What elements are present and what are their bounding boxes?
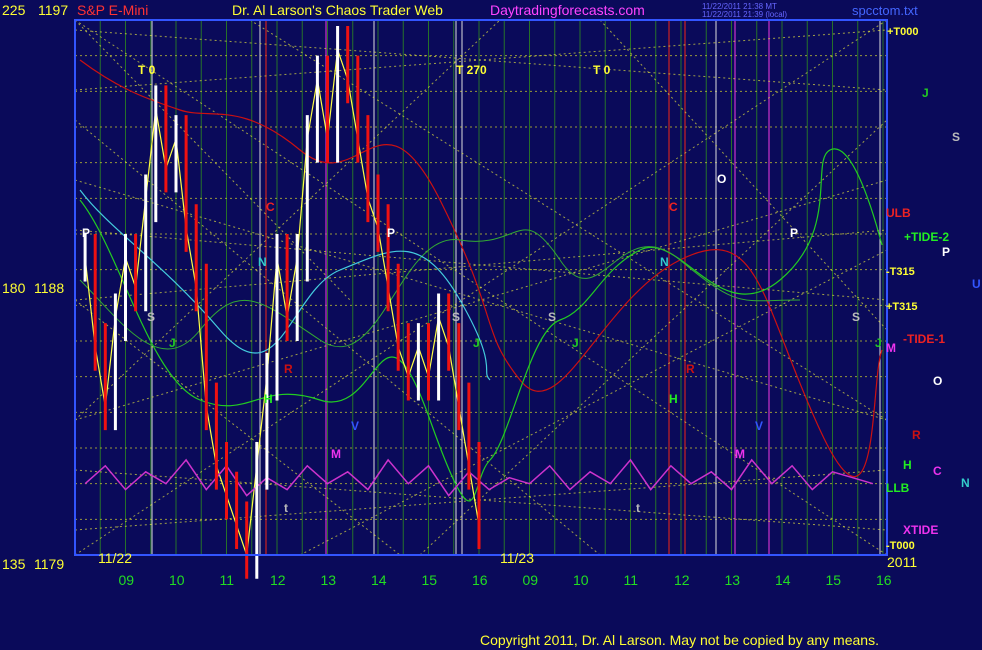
plot-label-t0-b: T 0 [593, 63, 611, 77]
axis-price-bottom: 1179 [34, 556, 64, 572]
x-tick-label: 11 [220, 572, 235, 588]
x-tick-label: 14 [371, 572, 387, 588]
date-year: 2011 [887, 554, 917, 570]
x-tick-label: 09 [119, 572, 135, 588]
axis-price-mid: 1188 [34, 280, 64, 296]
plot-label-m-1: M [331, 447, 341, 461]
plot-label-j-1: J [169, 336, 176, 350]
label-u-right: U [972, 277, 981, 291]
plot-label-j-3: J [572, 336, 579, 350]
label-j-right: J [922, 86, 929, 100]
plot-label-c-2: C [669, 200, 678, 214]
header-scale-top: 225 [2, 2, 26, 18]
x-tick-label: 16 [876, 572, 892, 588]
chaos-trader-chart: 225 1197 S&P E-Mini Dr. Al Larson's Chao… [0, 0, 982, 650]
x-tick-label: 12 [270, 572, 286, 588]
plot-label-c-1: C [266, 200, 275, 214]
plot-label-n-1: N [258, 255, 267, 269]
plot-label-s-4: S [852, 310, 860, 324]
date-day1: 11/22 [98, 550, 132, 566]
label-o-right: O [933, 374, 942, 388]
plot-label-h-1: H [264, 392, 273, 406]
plot-label-p-1: P [82, 226, 90, 240]
plot-label-h-2: H [669, 392, 678, 406]
plot-label-t-1: t [284, 501, 288, 515]
label-r-right: R [912, 428, 921, 442]
label-h-right: H [903, 458, 912, 472]
plot-label-p-3: P [790, 226, 798, 240]
x-tick-label: 15 [826, 572, 842, 588]
label-ulb: ULB [886, 206, 911, 220]
label-tide1: -TIDE-1 [903, 332, 945, 346]
x-tick-label: 15 [422, 572, 438, 588]
plot-label-t270: T 270 [456, 63, 487, 77]
header-filename: spcctom.txt [852, 3, 918, 18]
plot-label-v-2: V [755, 419, 763, 433]
label-plus-t000: +T000 [887, 26, 919, 38]
x-tick-label: 14 [775, 572, 791, 588]
label-p-right: P [942, 245, 950, 259]
plot-label-o: O [717, 172, 726, 186]
header-instrument: S&P E-Mini [77, 2, 148, 18]
plot-label-s-1: S [147, 310, 155, 324]
header-timestamp-2: 11/22/2011 21:39 (local) [702, 10, 787, 19]
header-title: Dr. Al Larson's Chaos Trader Web [232, 2, 443, 18]
plot-label-j-2: J [473, 336, 480, 350]
x-tick-label: 10 [573, 572, 589, 588]
axis-scale-mid: 180 [2, 280, 26, 296]
label-n-right: N [961, 476, 970, 490]
x-tick-label: 10 [169, 572, 185, 588]
label-tide2: +TIDE-2 [904, 230, 949, 244]
header-site: Daytradingforecasts.com [490, 2, 645, 18]
plot-label-t0-a: T 0 [138, 63, 156, 77]
plot-label-s-3: S [548, 310, 556, 324]
label-llb: LLB [886, 481, 910, 495]
header-price-top: 1197 [38, 2, 68, 18]
plot-label-j-4: J [875, 336, 882, 350]
x-tick-label: 13 [725, 572, 741, 588]
plot-label-s-2: S [452, 310, 460, 324]
label-minus-t000: -T000 [886, 540, 915, 552]
label-m-right: M [886, 341, 896, 355]
plot-label-r-2: R [686, 362, 695, 376]
footer-copyright: Copyright 2011, Dr. Al Larson. May not b… [480, 632, 879, 648]
plot-label-n-2: N [660, 255, 669, 269]
x-tick-label: 12 [674, 572, 690, 588]
label-xtide: XTIDE [903, 523, 938, 537]
plot-label-v-1: V [351, 419, 359, 433]
label-c-right: C [933, 464, 942, 478]
label-plus-t315: +T315 [886, 301, 918, 313]
x-tick-label: 13 [321, 572, 337, 588]
plot-label-m-2: M [735, 447, 745, 461]
x-tick-label: 09 [523, 572, 539, 588]
label-s-right: S [952, 130, 960, 144]
chart-background [0, 0, 982, 650]
plot-label-r-1: R [284, 362, 293, 376]
label-minus-t315: -T315 [886, 266, 915, 278]
date-day2: 11/23 [500, 550, 534, 566]
axis-scale-bottom: 135 [2, 556, 26, 572]
x-tick-label: 11 [624, 572, 639, 588]
plot-label-t-2: t [636, 501, 640, 515]
plot-label-p-2: P [387, 226, 395, 240]
x-tick-label: 16 [472, 572, 488, 588]
